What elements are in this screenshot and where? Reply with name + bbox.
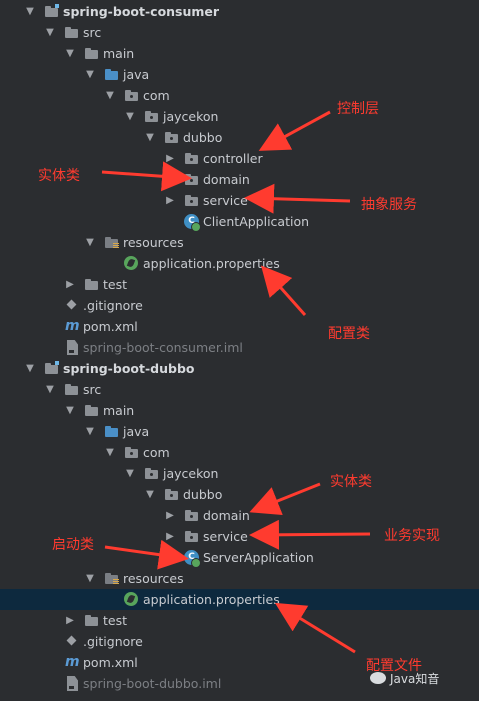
arrow-startup — [104, 539, 189, 570]
annotation-config-class: 配置类 — [328, 326, 370, 342]
arrow-service-2 — [249, 519, 371, 550]
arrow-config-file — [274, 602, 356, 654]
arrow-domain-2 — [249, 482, 321, 516]
arrow-domain — [101, 161, 192, 192]
annotation-business-impl: 业务实现 — [384, 528, 440, 544]
arrow-controller — [258, 110, 331, 151]
wechat-icon — [370, 672, 386, 684]
annotation-abstract-service: 抽象服务 — [361, 197, 417, 213]
annotation-arrows — [101, 110, 371, 654]
annotation-entity-class-2: 实体类 — [330, 474, 372, 490]
annotation-entity-class: 实体类 — [38, 168, 80, 184]
annotation-controller-layer: 控制层 — [337, 101, 379, 117]
annotation-startup-class: 启动类 — [52, 537, 94, 553]
watermark: Java知音 — [390, 672, 440, 686]
arrow-service — [244, 183, 351, 214]
arrow-config-class — [261, 265, 307, 316]
